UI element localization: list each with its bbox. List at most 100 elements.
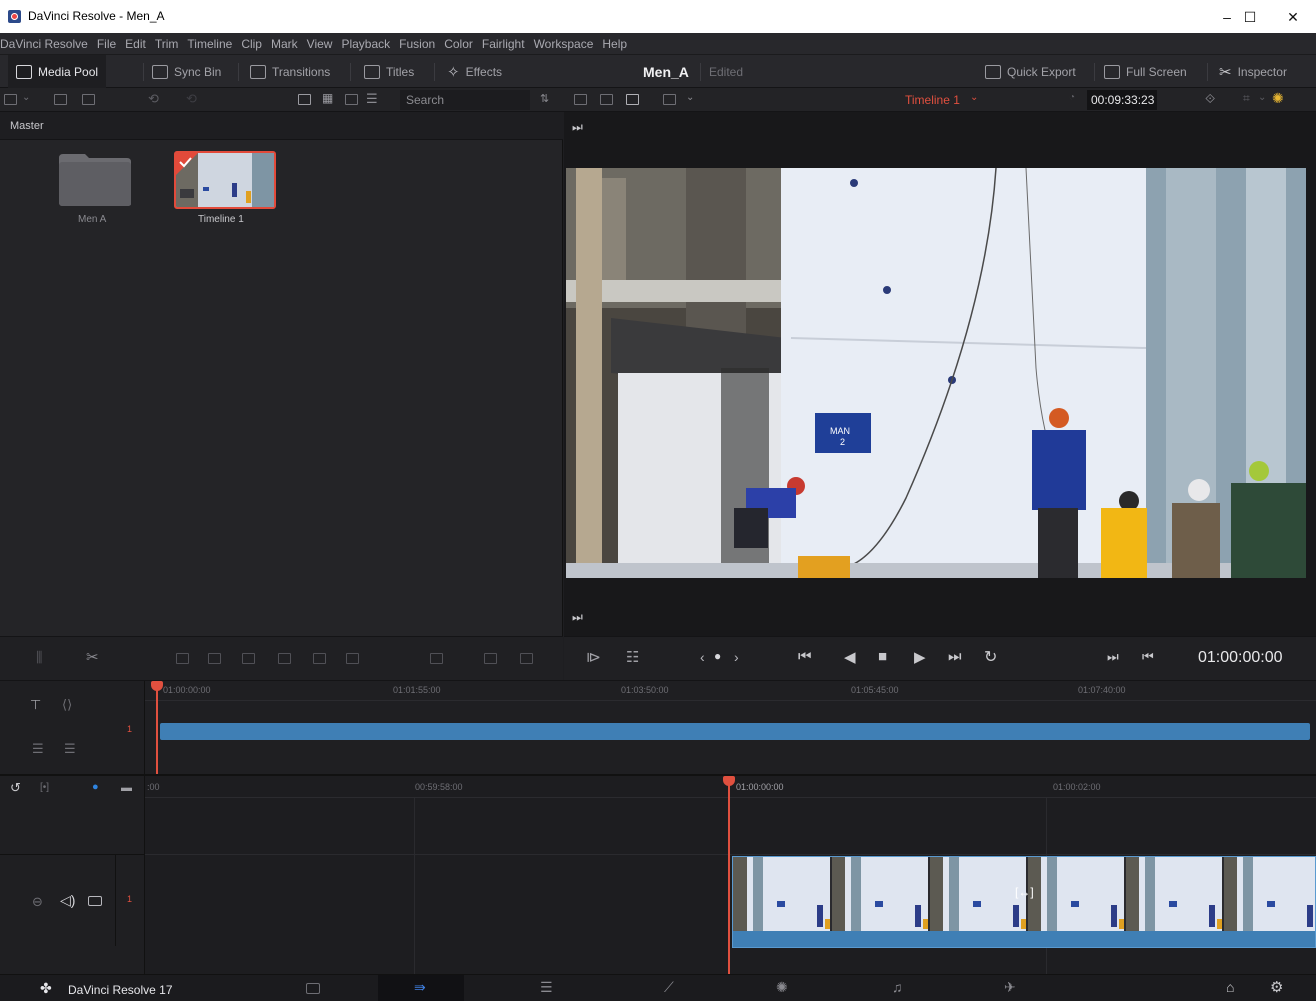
sort-icon[interactable]: ⇅ xyxy=(540,92,549,105)
safe-area-icon[interactable]: ⧐ xyxy=(586,648,601,666)
timecode-display[interactable]: 00:09:33:23 xyxy=(1087,90,1157,110)
append-icon[interactable] xyxy=(346,653,359,664)
in-point-icon[interactable]: ⏭ xyxy=(572,120,583,135)
color-page-icon[interactable]: ✺ xyxy=(776,979,788,996)
menu-edit[interactable]: Edit xyxy=(125,37,146,51)
current-timecode[interactable]: 01:00:00:00 xyxy=(1198,649,1283,667)
cut-page-tab[interactable]: ⇛ xyxy=(378,975,464,1001)
mark-out-icon[interactable]: ⏮ xyxy=(1142,649,1154,665)
lock-icon[interactable]: ⊖ xyxy=(32,894,43,910)
menu-help[interactable]: Help xyxy=(602,37,627,51)
stop-icon[interactable]: ■ xyxy=(878,648,887,665)
titles-button[interactable]: Titles xyxy=(364,55,414,89)
menu-davinci-resolve[interactable]: DaVinci Resolve xyxy=(0,37,88,51)
overwrite-clip-icon[interactable] xyxy=(208,653,221,664)
insert-clip-icon[interactable] xyxy=(176,653,189,664)
menu-trim[interactable]: Trim xyxy=(155,37,179,51)
video-clip[interactable]: [↔] xyxy=(732,856,1316,948)
list-view-icon[interactable]: ☰ xyxy=(366,91,378,107)
grid-view-icon[interactable]: ▦ xyxy=(322,91,333,105)
media-pool-button[interactable]: Media Pool xyxy=(8,55,107,89)
jog-right-icon[interactable]: › xyxy=(734,649,739,665)
chevron-down-icon[interactable]: ⌄ xyxy=(686,92,694,103)
jog-left-icon[interactable]: ‹ xyxy=(700,649,705,665)
timeline-selector[interactable]: Timeline 1 xyxy=(905,93,960,107)
timeline-thumbnail[interactable] xyxy=(174,151,276,209)
menu-view[interactable]: View xyxy=(307,37,333,51)
viewer-single-icon[interactable] xyxy=(574,94,587,105)
full-screen-button[interactable]: Full Screen xyxy=(1104,55,1187,89)
track-height-icon[interactable]: ☰ xyxy=(32,741,44,757)
loop-icon[interactable]: ↻ xyxy=(984,647,997,667)
thumbnail-view-icon[interactable] xyxy=(298,94,311,105)
ripple-mode-icon[interactable]: ⊤ xyxy=(30,697,41,713)
panel-toggle-icon[interactable] xyxy=(4,94,17,105)
menu-fairlight[interactable]: Fairlight xyxy=(482,37,525,51)
viewer-image[interactable]: MAN 2 xyxy=(566,168,1306,578)
go-to-end-icon[interactable]: ⏭ xyxy=(948,648,962,665)
home-icon[interactable]: ⌂ xyxy=(1226,979,1234,995)
color-wheel-icon[interactable]: ✺ xyxy=(1272,90,1284,107)
close-up-icon[interactable] xyxy=(484,653,497,664)
fairlight-page-icon[interactable]: ♫ xyxy=(892,979,903,995)
play-reverse-icon[interactable]: ◀ xyxy=(844,648,856,666)
viewer-size-icon[interactable] xyxy=(663,94,676,105)
transform-icon[interactable]: ⟐ xyxy=(1205,91,1215,107)
overlay-icon[interactable]: ⌗ xyxy=(1243,91,1250,106)
gear-icon[interactable]: ⚙ xyxy=(1270,978,1283,996)
jog-dot-icon[interactable]: ● xyxy=(714,649,721,663)
go-to-start-icon[interactable]: ⏮ xyxy=(798,648,812,665)
speaker-icon[interactable]: ◁) xyxy=(60,892,75,909)
snap-icon[interactable]: ↺ xyxy=(10,780,21,796)
media-page-icon[interactable] xyxy=(306,983,320,994)
playhead[interactable] xyxy=(156,681,158,775)
play-icon[interactable]: ▶ xyxy=(914,648,926,666)
trim-mode-icon[interactable]: ⟨⟩ xyxy=(62,697,72,713)
mark-in-icon[interactable]: ⏭ xyxy=(1107,649,1119,665)
search-input[interactable]: Search xyxy=(400,90,530,110)
menu-workspace[interactable]: Workspace xyxy=(534,37,594,51)
overview-clip[interactable] xyxy=(160,723,1310,740)
edit-page-icon[interactable]: ☰ xyxy=(540,979,553,996)
fit-to-fill-icon[interactable] xyxy=(278,653,291,664)
source-overwrite-icon[interactable] xyxy=(520,653,533,664)
menu-mark[interactable]: Mark xyxy=(271,37,298,51)
effects-button[interactable]: ✧ Effects xyxy=(447,55,502,89)
new-bin-icon[interactable] xyxy=(82,94,95,105)
menu-color[interactable]: Color xyxy=(444,37,473,51)
timecode-mode-icon[interactable]: ◔ xyxy=(1069,92,1075,103)
menu-playback[interactable]: Playback xyxy=(341,37,390,51)
bin-header[interactable]: Master xyxy=(0,112,563,140)
settings-sliders-icon[interactable]: ☷ xyxy=(626,648,639,666)
chevron-down-icon[interactable]: ⌄ xyxy=(22,92,30,103)
place-on-top-icon[interactable] xyxy=(313,653,326,664)
track-zoom-icon[interactable]: ☰ xyxy=(64,741,76,757)
marker-icon[interactable]: ▬ xyxy=(121,782,132,794)
track-monitor-icon[interactable] xyxy=(88,896,102,906)
replace-clip-icon[interactable] xyxy=(242,653,255,664)
zzz-icon[interactable]: ⫼ xyxy=(36,649,42,666)
scissors-icon[interactable]: ✂ xyxy=(86,648,99,666)
viewer-layout-icon[interactable] xyxy=(626,94,639,105)
deliver-page-icon[interactable]: ✈ xyxy=(1004,979,1016,996)
chevron-down-icon[interactable]: ⌄ xyxy=(1258,92,1266,103)
menu-clip[interactable]: Clip xyxy=(241,37,262,51)
audio-scrub-icon[interactable]: [•] xyxy=(40,782,49,793)
link-icon[interactable]: ⟲ xyxy=(148,91,159,107)
menu-file[interactable]: File xyxy=(97,37,116,51)
folder-item[interactable] xyxy=(57,152,133,208)
viewer-dual-icon[interactable] xyxy=(600,94,613,105)
menu-fusion[interactable]: Fusion xyxy=(399,37,435,51)
flag-icon[interactable]: ● xyxy=(92,781,99,793)
fusion-page-icon[interactable]: ⟋ xyxy=(664,979,674,996)
sync-bin-button[interactable]: Sync Bin xyxy=(152,55,221,89)
filmstrip-view-icon[interactable] xyxy=(345,94,358,105)
timeline-dropdown-icon[interactable]: ⌄ xyxy=(970,92,978,103)
out-point-icon[interactable]: ⏭ xyxy=(572,610,583,625)
quick-export-button[interactable]: Quick Export xyxy=(985,55,1076,89)
playhead[interactable] xyxy=(728,778,730,974)
ripple-overwrite-icon[interactable] xyxy=(430,653,443,664)
inspector-button[interactable]: ✂ Inspector xyxy=(1219,55,1287,89)
maximize-button[interactable]: ☐ xyxy=(1227,5,1273,29)
new-clip-icon[interactable] xyxy=(54,94,67,105)
